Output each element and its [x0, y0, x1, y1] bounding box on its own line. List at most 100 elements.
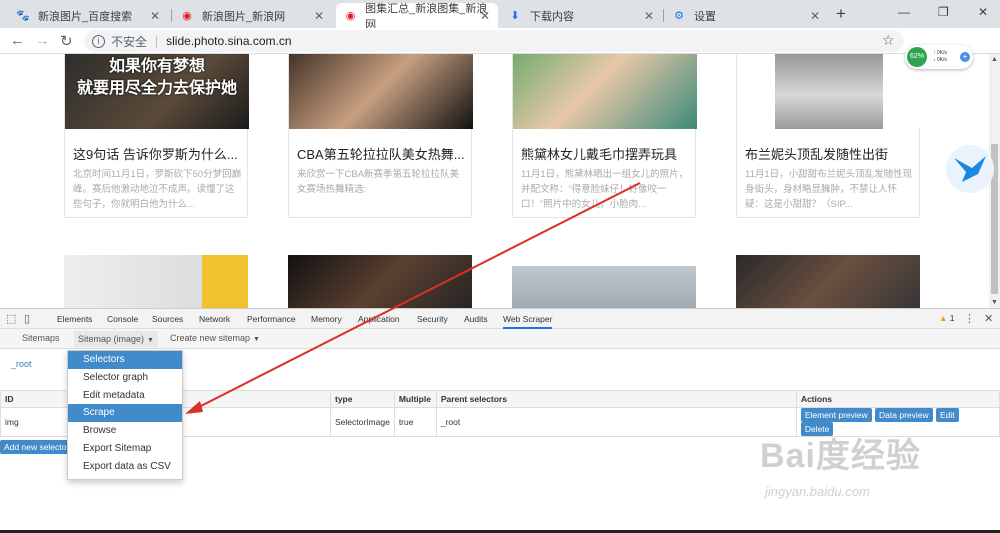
bookmark-star-icon[interactable]: ☆ [882, 32, 895, 49]
gallery-card[interactable]: CBA第五轮拉拉队美女热舞... 来欣赏一下CBA新赛季第五轮拉拉队美女赛场热舞… [288, 54, 473, 218]
cell-multiple: true [393, 407, 437, 437]
reload-icon[interactable]: ↻ [60, 32, 73, 50]
devtools-close-icon[interactable]: ✕ [984, 312, 993, 325]
menu-item-export-sitemap[interactable]: Export Sitemap [68, 440, 182, 458]
rates: ↑ 0K/s ↓ 0K/s [933, 50, 947, 63]
close-icon[interactable]: ✕ [810, 9, 820, 23]
caret-down-icon: ▼ [147, 337, 154, 344]
devtools-tab-web-scraper[interactable]: Web Scraper [503, 314, 553, 329]
devtools-tab-network[interactable]: Network [199, 314, 230, 324]
sitemap-dropdown-menu: Selectors Selector graph Edit metadata S… [67, 350, 183, 480]
watermark-site: jingyan.baidu.com [765, 484, 870, 499]
watermark-logo: Bai度经验 [760, 437, 921, 475]
menu-item-browse[interactable]: Browse [68, 422, 182, 440]
tab-settings[interactable]: ⚙ 设置 ✕ [664, 3, 828, 28]
tab-baidu-search[interactable]: 🐾 新浪图片_百度搜索 ✕ [8, 3, 168, 28]
card-title[interactable]: 布兰妮头顶乱发随性出街 [745, 144, 915, 163]
card-title[interactable]: 这9句话 告诉你罗斯为什么... [73, 144, 243, 163]
tab-strip: 🐾 新浪图片_百度搜索 ✕ ◉ 新浪图片_新浪网 ✕ ◉ 图集汇总_新浪图集_新… [0, 0, 1000, 31]
card-image[interactable] [737, 54, 921, 129]
warning-icon: ▲ [939, 313, 948, 323]
url-text[interactable]: slide.photo.sina.com.cn [166, 34, 291, 48]
column-header-multiple: Multiple [393, 390, 437, 408]
tab-sina-photo[interactable]: ◉ 新浪图片_新浪网 ✕ [172, 3, 332, 28]
close-icon[interactable]: ✕ [150, 9, 160, 23]
new-tab-button[interactable]: + [836, 4, 846, 24]
restore-icon[interactable]: ❐ [938, 5, 949, 19]
tab-downloads[interactable]: ⬇ 下载内容 ✕ [500, 3, 662, 28]
back-icon[interactable]: ← [10, 32, 25, 49]
caret-down-icon: ▼ [253, 336, 260, 343]
gallery-card-image[interactable] [64, 255, 248, 308]
warning-counter[interactable]: ▲ 1 [939, 313, 955, 323]
card-image[interactable] [513, 54, 697, 129]
devtools-menu-icon[interactable]: ⋮ [964, 312, 975, 325]
forward-icon[interactable]: → [35, 32, 50, 49]
devtools-tab-performance[interactable]: Performance [247, 314, 296, 324]
card-description: 11月1日，小甜甜布兰妮头顶乱发随性现身街头，身材略显臃肿，不禁让人怀疑：这是小… [745, 169, 913, 210]
nav-sitemaps[interactable]: Sitemaps [22, 333, 60, 343]
device-toggle-icon[interactable]: ▯ [24, 312, 30, 325]
menu-item-scrape[interactable]: Scrape [68, 404, 182, 423]
column-header-actions: Actions [795, 390, 1000, 408]
card-image[interactable]: 如果你有梦想 就要用尽全力去保护她 [65, 54, 249, 129]
plus-icon[interactable]: + [960, 52, 970, 62]
security-label: 不安全 [111, 34, 148, 49]
gallery-card[interactable]: 布兰妮头顶乱发随性出街 11月1日，小甜甜布兰妮头顶乱发随性现身街头，身材略显臃… [736, 54, 921, 218]
browser-toolbar: ← → ↻ i 不安全 | slide.photo.sina.com.cn ☆ … [0, 28, 1000, 76]
card-title[interactable]: 熊黛林女儿戴毛巾摆弄玩具 [521, 144, 691, 163]
minimize-icon[interactable]: — [898, 5, 910, 19]
percent-badge: 62% [907, 47, 927, 67]
gallery-card[interactable]: 如果你有梦想 就要用尽全力去保护她 这9句话 告诉你罗斯为什么... 北京时间1… [64, 54, 249, 218]
devtools-tab-sources[interactable]: Sources [152, 314, 183, 324]
weibo-icon: ◉ [345, 10, 356, 22]
devtools-tab-security[interactable]: Security [417, 314, 448, 324]
column-header-parent: Parent selectors [435, 390, 797, 408]
add-new-selector-button[interactable]: Add new selector [0, 440, 70, 454]
card-description: 来欣赏一下CBA新赛季第五轮拉拉队美女赛场热舞精选: [297, 169, 460, 195]
gallery-card-image[interactable] [736, 255, 920, 308]
devtools-tab-console[interactable]: Console [107, 314, 138, 324]
image-caption: 如果你有梦想 就要用尽全力去保护她 [76, 56, 237, 97]
nav-sitemap-image[interactable]: Sitemap (image) ▼ [74, 331, 158, 347]
info-icon[interactable]: i [92, 34, 105, 48]
weibo-icon: ◉ [182, 10, 192, 22]
bird-icon[interactable] [946, 145, 994, 193]
devtools-tab-elements[interactable]: Elements [57, 314, 92, 324]
menu-item-edit-metadata[interactable]: Edit metadata [68, 387, 182, 405]
tab-gallery-active[interactable]: ◉ 图集汇总_新浪图集_新浪网 ✕ [336, 3, 498, 31]
menu-item-export-csv[interactable]: Export data as CSV [68, 458, 182, 476]
tab-title: 新浪图片_百度搜索 [38, 10, 133, 23]
address-bar[interactable]: i 不安全 | slide.photo.sina.com.cn [84, 30, 904, 52]
tab-title: 新浪图片_新浪网 [202, 10, 286, 23]
scraper-nav: Sitemaps Sitemap (image) ▼ Create new sit… [0, 329, 1000, 349]
close-icon[interactable]: ✕ [644, 9, 654, 23]
network-speed-widget[interactable]: 62% ↑ 0K/s ↓ 0K/s + [905, 45, 973, 69]
devtools-tab-application[interactable]: Application [358, 314, 400, 324]
close-window-icon[interactable]: ✕ [978, 5, 988, 19]
menu-item-selector-graph[interactable]: Selector graph [68, 369, 182, 387]
devtools-tab-audits[interactable]: Audits [464, 314, 488, 324]
scroll-up-icon[interactable]: ▲ [991, 56, 998, 63]
card-title[interactable]: CBA第五轮拉拉队美女热舞... [297, 144, 467, 163]
inspect-icon[interactable]: ⬚ [6, 312, 16, 325]
cell-type: SelectorImage [330, 407, 395, 437]
menu-item-selectors[interactable]: Selectors [68, 351, 182, 369]
card-image[interactable] [289, 54, 473, 129]
close-icon[interactable]: ✕ [314, 9, 324, 23]
column-header-type: type [330, 390, 395, 408]
gallery-card-image[interactable] [288, 255, 472, 308]
tab-title: 下载内容 [530, 10, 574, 23]
nav-create-sitemap[interactable]: Create new sitemap ▼ [170, 333, 260, 343]
scroll-down-icon[interactable]: ▼ [991, 299, 998, 306]
breadcrumb-root[interactable]: _root [11, 359, 32, 369]
close-icon[interactable]: ✕ [480, 9, 490, 23]
baidu-jingyan-watermark: Bai度经验 jingyan.baidu.com [760, 418, 970, 518]
card-description: 11月1日，熊黛林晒出一组女儿的照片，并配文称：“得意脸妹仔！好像咬一口！”照片… [521, 169, 689, 210]
download-icon: ⬇ [510, 10, 520, 22]
devtools-tab-memory[interactable]: Memory [311, 314, 342, 324]
gallery-card-image[interactable] [512, 255, 696, 308]
paw-icon: 🐾 [16, 10, 30, 22]
gallery-card[interactable]: 熊黛林女儿戴毛巾摆弄玩具 11月1日，熊黛林晒出一组女儿的照片，并配文称：“得意… [512, 54, 697, 218]
tab-title: 设置 [694, 10, 716, 23]
